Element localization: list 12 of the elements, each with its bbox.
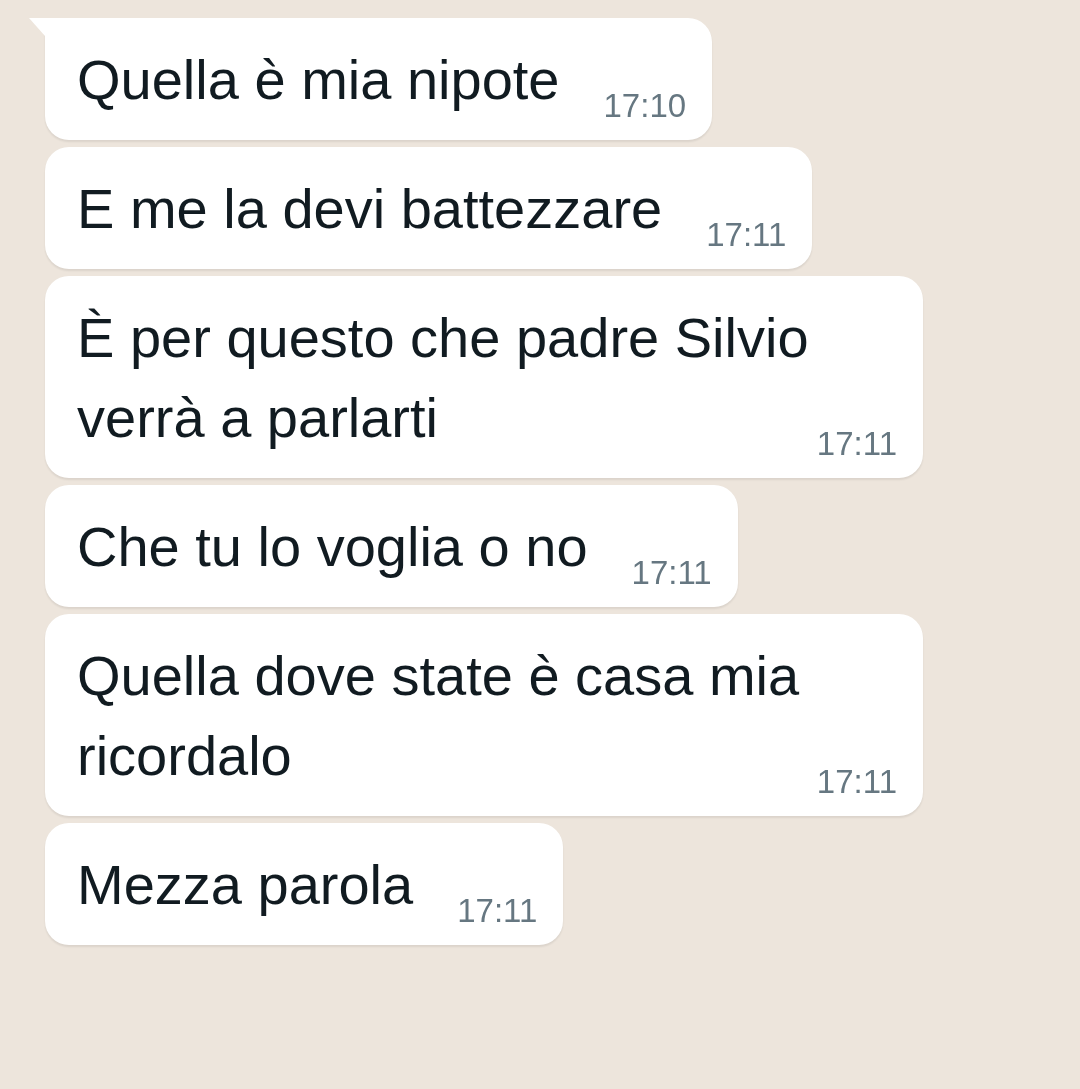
message-time: 17:11	[816, 762, 897, 802]
message-time: 17:11	[457, 891, 538, 931]
message-text: Quella dove state è casa mia ricordalo	[77, 644, 800, 787]
message-text: Mezza parola	[77, 853, 414, 916]
message-time: 17:10	[603, 86, 687, 126]
message-text: Quella è mia nipote	[77, 48, 560, 111]
message-time: 17:11	[816, 424, 897, 464]
message-text: E me la devi battezzare	[77, 177, 663, 240]
message-text: Che tu lo voglia o no	[77, 515, 588, 578]
message-time: 17:11	[706, 215, 787, 255]
message-time: 17:11	[631, 553, 712, 593]
message-text: È per questo che padre Silvio verrà a parlarti	[77, 306, 809, 449]
